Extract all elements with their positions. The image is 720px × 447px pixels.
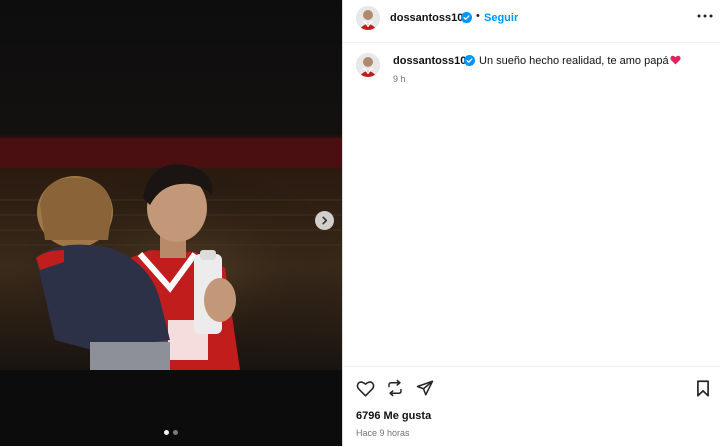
post-photo (0, 0, 342, 446)
post-media[interactable] (0, 0, 342, 446)
avatar-icon (356, 6, 380, 30)
carousel-dot (173, 430, 178, 435)
post-date[interactable]: Hace 9 horas (356, 428, 410, 438)
carousel-indicator (0, 430, 342, 435)
post-details-panel: dossantoss10_ • Seguir dossantoss10_ Un … (342, 0, 720, 446)
like-count[interactable]: 6796 Me gusta (356, 410, 431, 422)
post-actions-footer: 6796 Me gusta Hace 9 horas (343, 366, 720, 447)
author-avatar[interactable] (356, 6, 380, 30)
follow-button[interactable]: Seguir (484, 12, 518, 24)
share-icon (416, 380, 434, 396)
caption-timestamp[interactable]: 9 h (393, 74, 406, 84)
verified-badge-icon (464, 55, 475, 66)
caption-avatar[interactable] (356, 53, 380, 77)
share-button[interactable] (414, 377, 436, 399)
save-button[interactable] (692, 377, 714, 399)
post-header: dossantoss10_ • Seguir (343, 0, 720, 43)
carousel-next-button[interactable] (315, 211, 334, 230)
author-username[interactable]: dossantoss10_ (390, 12, 469, 24)
verified-badge-icon (461, 12, 472, 23)
heart-icon (356, 380, 374, 397)
carousel-dot-active (164, 430, 169, 435)
caption-username[interactable]: dossantoss10_ (393, 55, 472, 67)
bookmark-icon (697, 379, 709, 397)
like-button[interactable] (354, 377, 376, 399)
repost-icon (388, 379, 402, 397)
repost-button[interactable] (384, 377, 406, 399)
more-options-icon (697, 14, 713, 18)
chevron-right-icon (322, 216, 328, 225)
more-options-button[interactable] (693, 4, 717, 28)
caption-text: Un sueño hecho realidad, te amo papá (479, 55, 669, 67)
caption-text-container: Un sueño hecho realidad, te amo papá (479, 55, 681, 67)
red-heart-emoji-icon (669, 55, 681, 65)
avatar-icon (356, 53, 380, 77)
header-separator: • (476, 10, 480, 22)
